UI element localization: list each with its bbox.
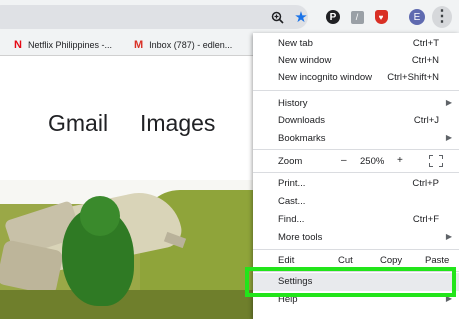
gmail-link[interactable]: Gmail	[48, 110, 108, 137]
menu-item-more-tools[interactable]: More tools ▶	[253, 229, 459, 247]
extension-icon[interactable]: /	[348, 8, 366, 26]
menu-item-zoom: Zoom – 250% +	[253, 153, 459, 171]
bookmark-netflix[interactable]: N Netflix Philippines -...	[14, 38, 112, 52]
menu-label: Bookmarks	[278, 133, 326, 144]
menu-shortcut: Ctrl+P	[412, 178, 439, 189]
profile-avatar[interactable]: E	[408, 8, 426, 26]
menu-shortcut: Ctrl+F	[412, 214, 439, 225]
copy-button[interactable]: Copy	[380, 255, 402, 266]
bookmark-gmail[interactable]: M Inbox (787) - edlen...	[134, 38, 232, 52]
menu-item-new-tab[interactable]: New tab Ctrl+T	[253, 35, 459, 53]
images-link[interactable]: Images	[140, 110, 215, 137]
menu-shortcut: Ctrl+T	[412, 38, 439, 49]
menu-shortcut: Ctrl+J	[413, 115, 439, 126]
chevron-right-icon: ▶	[445, 98, 452, 107]
menu-divider	[253, 90, 459, 91]
menu-item-history[interactable]: History ▶	[253, 95, 459, 113]
menu-item-bookmarks[interactable]: Bookmarks ▶	[253, 130, 459, 148]
bookmark-label: Inbox (787) - edlen...	[149, 40, 233, 50]
zoom-icon[interactable]	[268, 8, 286, 26]
pinterest-icon[interactable]: P	[324, 8, 342, 26]
menu-label: New tab	[278, 38, 313, 49]
cut-button[interactable]: Cut	[338, 255, 353, 266]
menu-label: Downloads	[278, 115, 325, 126]
menu-label: More tools	[278, 232, 323, 243]
star-icon[interactable]: ★	[292, 8, 310, 26]
paste-button[interactable]: Paste	[425, 255, 449, 266]
gmail-icon: M	[134, 39, 144, 51]
avatar-letter: E	[409, 9, 425, 25]
bookmark-label: Netflix Philippines -...	[27, 40, 112, 50]
menu-item-find[interactable]: Find... Ctrl+F	[253, 211, 459, 229]
chevron-right-icon: ▶	[445, 133, 452, 142]
chevron-right-icon: ▶	[445, 232, 452, 241]
menu-label: Print...	[278, 178, 306, 189]
menu-item-new-incognito[interactable]: New incognito window Ctrl+Shift+N	[253, 69, 459, 87]
menu-shortcut: Ctrl+Shift+N	[387, 72, 439, 83]
menu-divider	[253, 249, 459, 250]
menu-label: Find...	[278, 214, 305, 225]
zoom-out-button[interactable]: –	[341, 155, 347, 166]
kebab-menu-icon[interactable]: ⋮	[432, 6, 452, 28]
zoom-in-button[interactable]: +	[397, 155, 403, 166]
menu-label: New incognito window	[278, 72, 372, 83]
menu-label: History	[278, 98, 308, 109]
menu-label: Edit	[278, 255, 295, 266]
settings-highlight-box	[245, 267, 456, 297]
menu-item-print[interactable]: Print... Ctrl+P	[253, 175, 459, 193]
shield-extension-icon[interactable]: ♥	[372, 8, 390, 26]
menu-label: New window	[278, 55, 332, 66]
zoom-level: 250%	[360, 156, 385, 167]
menu-divider	[253, 149, 459, 150]
address-bar[interactable]	[0, 5, 308, 29]
menu-divider	[253, 172, 459, 173]
menu-shortcut: Ctrl+N	[411, 55, 439, 66]
menu-item-downloads[interactable]: Downloads Ctrl+J	[253, 112, 459, 130]
browser-toolbar: ★ P / ♥ E ⋮	[0, 0, 459, 34]
menu-label: Cast...	[278, 196, 306, 207]
menu-label: Zoom	[278, 156, 303, 167]
pinterest-letter: P	[326, 10, 340, 24]
fullscreen-icon[interactable]	[429, 155, 443, 167]
menu-item-cast[interactable]: Cast...	[253, 193, 459, 211]
netflix-icon: N	[14, 39, 22, 51]
menu-item-new-window[interactable]: New window Ctrl+N	[253, 52, 459, 70]
